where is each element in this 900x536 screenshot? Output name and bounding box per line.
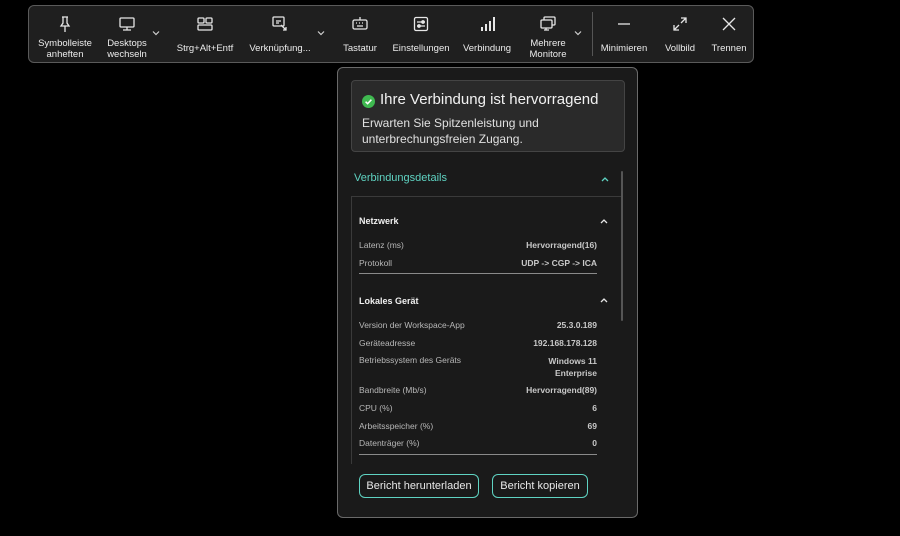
network-section-title[interactable]: Netzwerk bbox=[359, 216, 399, 226]
latency-label: Latenz (ms) bbox=[359, 240, 404, 250]
memory-value: 69 bbox=[587, 421, 597, 431]
check-circle-icon bbox=[362, 95, 375, 108]
multi-monitor-icon bbox=[539, 15, 557, 33]
connection-details-header[interactable]: Verbindungsdetails bbox=[354, 172, 447, 184]
settings-icon bbox=[412, 15, 430, 33]
app-version-label: Version der Workspace-App bbox=[359, 320, 465, 330]
connection-status-card: Ihre Verbindung ist hervorragend Erwarte… bbox=[351, 80, 625, 152]
pin-toolbar-label-2: anheften bbox=[46, 49, 84, 60]
remote-session-toolbar: Symbolleiste anheften Desktops wechseln … bbox=[28, 5, 754, 63]
ctrl-alt-del-icon bbox=[196, 15, 214, 33]
shortcut-icon bbox=[271, 15, 289, 33]
disk-value: 0 bbox=[592, 438, 597, 448]
multi-monitor-button[interactable]: Mehrere Monitore bbox=[519, 6, 577, 62]
device-os-label: Betriebssystem des Geräts bbox=[359, 355, 462, 365]
download-report-button[interactable]: Bericht herunterladen bbox=[359, 474, 479, 498]
chevron-up-icon[interactable] bbox=[599, 296, 609, 304]
settings-label: Einstellungen bbox=[392, 43, 450, 54]
cpu-label: CPU (%) bbox=[359, 403, 393, 413]
signal-bars-icon bbox=[478, 15, 496, 33]
monitor-icon bbox=[118, 15, 136, 33]
fullscreen-label: Vollbild bbox=[664, 43, 696, 54]
ctrl-alt-del-label: Strg+Alt+Entf bbox=[176, 43, 234, 54]
keyboard-button[interactable]: Tastatur bbox=[335, 6, 385, 62]
scrollbar[interactable] bbox=[621, 171, 623, 321]
device-address-label: Geräteadresse bbox=[359, 338, 416, 348]
pin-icon bbox=[56, 15, 74, 33]
keyboard-label: Tastatur bbox=[343, 43, 377, 54]
device-os-value-2: Enterprise bbox=[554, 368, 597, 378]
keyboard-icon bbox=[351, 15, 369, 33]
disconnect-button[interactable]: Trennen bbox=[707, 6, 751, 62]
device-os-value: Windows 11 bbox=[548, 356, 597, 366]
shortcut-label: Verknüpfung... bbox=[249, 43, 311, 54]
chevron-down-icon[interactable] bbox=[573, 28, 583, 38]
cpu-value: 6 bbox=[592, 403, 597, 413]
connection-quality-panel: Ihre Verbindung ist hervorragend Erwarte… bbox=[337, 67, 638, 518]
device-section-title[interactable]: Lokales Gerät bbox=[359, 296, 419, 306]
latency-value: Hervorragend(16) bbox=[526, 240, 597, 250]
divider bbox=[359, 273, 597, 274]
shortcut-button[interactable]: Verknüpfung... bbox=[245, 6, 315, 62]
copy-report-button[interactable]: Bericht kopieren bbox=[492, 474, 588, 498]
chevron-down-icon[interactable] bbox=[316, 28, 326, 38]
switch-desktops-label-2: wechseln bbox=[107, 49, 147, 60]
status-description: Erwarten Sie Spitzenleistung und unterbr… bbox=[362, 116, 539, 146]
device-address-value: 192.168.178.128 bbox=[533, 338, 597, 348]
multi-monitor-label-2: Monitore bbox=[529, 49, 567, 60]
chevron-up-icon[interactable] bbox=[599, 217, 609, 225]
bandwidth-value: Hervorragend(89) bbox=[526, 385, 597, 395]
chevron-up-icon[interactable] bbox=[600, 175, 610, 183]
pin-toolbar-button[interactable]: Symbolleiste anheften bbox=[33, 6, 97, 62]
connection-button[interactable]: Verbindung bbox=[459, 6, 515, 62]
fullscreen-button[interactable]: Vollbild bbox=[657, 6, 703, 62]
settings-button[interactable]: Einstellungen bbox=[389, 6, 453, 62]
disk-label: Datenträger (%) bbox=[359, 438, 420, 448]
close-icon bbox=[720, 15, 738, 33]
minimize-icon bbox=[615, 15, 633, 33]
minimize-label: Minimieren bbox=[600, 43, 648, 54]
divider bbox=[359, 454, 597, 455]
chevron-down-icon[interactable] bbox=[151, 28, 161, 38]
minimize-button[interactable]: Minimieren bbox=[597, 6, 651, 62]
memory-label: Arbeitsspeicher (%) bbox=[359, 421, 434, 431]
fullscreen-icon bbox=[671, 15, 689, 33]
connection-label: Verbindung bbox=[462, 43, 512, 54]
disconnect-label: Trennen bbox=[711, 43, 747, 54]
bandwidth-label: Bandbreite (Mb/s) bbox=[359, 385, 427, 395]
protocol-value: UDP -> CGP -> ICA bbox=[521, 258, 597, 268]
app-version-value: 25.3.0.189 bbox=[556, 320, 597, 330]
switch-desktops-button[interactable]: Desktops wechseln bbox=[99, 6, 155, 62]
ctrl-alt-del-button[interactable]: Strg+Alt+Entf bbox=[169, 6, 241, 62]
status-title: Ihre Verbindung ist hervorragend bbox=[380, 91, 599, 108]
toolbar-divider bbox=[592, 12, 593, 56]
protocol-label: Protokoll bbox=[359, 258, 393, 268]
